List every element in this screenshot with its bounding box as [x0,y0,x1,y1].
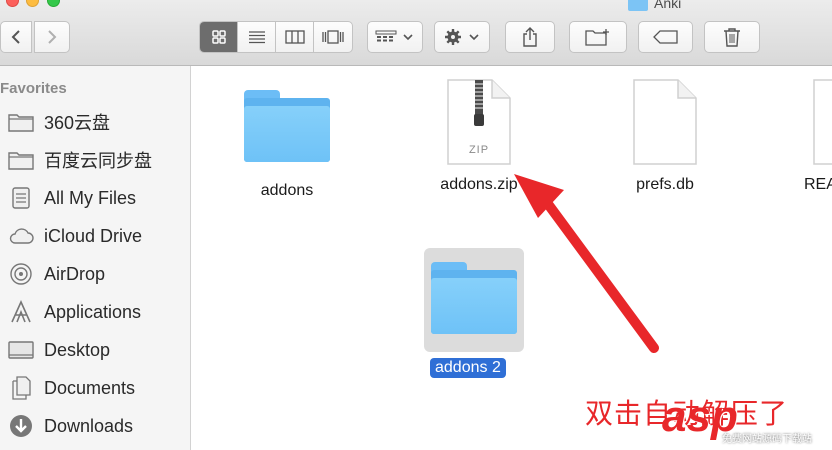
sidebar-item-downloads[interactable]: Downloads [8,411,188,441]
minimize-window-button[interactable] [26,0,39,7]
icon-view-button[interactable] [200,22,238,52]
sidebar-item-360yunpan[interactable]: 360云盘 [8,107,188,137]
sidebar-item-documents[interactable]: Documents [8,373,188,403]
arrange-button[interactable] [367,21,423,53]
sidebar: Favorites 360云盘 百度云同步盘 All My Files iClo… [0,66,191,450]
folder-icon [8,148,34,172]
sidebar-item-desktop[interactable]: Desktop [8,335,188,365]
folder-icon [431,262,517,334]
file-name: prefs.db [636,176,694,193]
zoom-window-button[interactable] [47,0,60,7]
sidebar-item-label: AirDrop [44,263,106,284]
sidebar-item-baidu[interactable]: 百度云同步盘 [8,145,188,175]
cover-flow-button[interactable] [314,22,352,52]
close-window-button[interactable] [6,0,19,7]
action-button[interactable] [434,21,490,53]
forward-button[interactable] [34,21,70,53]
file-item-addons-2[interactable] [424,262,524,334]
file-name: addons.zip [440,176,518,193]
airdrop-icon [8,262,34,286]
cloud-icon [8,224,34,248]
sidebar-item-all-my-files[interactable]: All My Files [8,183,188,213]
back-button[interactable] [0,21,32,53]
cover-flow-icon [322,30,344,44]
columns-icon [284,30,305,44]
view-mode-control [199,21,353,53]
documents-icon [8,376,34,400]
gear-icon [445,29,479,45]
sidebar-item-label: 360云盘 [44,113,111,133]
sidebar-item-label: Documents [44,377,136,398]
arrange-icon [375,30,413,42]
share-icon [523,27,537,47]
trash-icon [724,28,740,47]
share-button[interactable] [505,21,555,53]
sidebar-item-airdrop[interactable]: AirDrop [8,259,188,289]
new-folder-icon [585,29,609,46]
applications-icon [8,300,34,324]
grid-icon [211,30,226,44]
window-title-text: Anki [654,0,682,11]
file-item-addons[interactable]: addons [232,90,342,200]
tag-icon [652,30,678,44]
all-files-icon [8,186,34,210]
sidebar-item-icloud-drive[interactable]: iCloud Drive [8,221,188,251]
list-view-button[interactable] [238,22,276,52]
folder-icon [628,0,648,11]
sidebar-item-label: Desktop [44,339,111,360]
toolbar: Anki [0,0,832,66]
document-icon [632,78,698,166]
folder-icon [244,90,330,162]
sidebar-item-label: iCloud Drive [44,225,143,246]
folder-icon [8,110,34,134]
watermark-subtitle: 免费网站源码下载站 [722,434,812,445]
list-icon [248,31,265,44]
delete-button[interactable] [704,21,760,53]
tag-button[interactable] [638,21,693,53]
zip-archive-icon: ZIP [446,78,512,166]
desktop-icon [8,338,34,362]
sidebar-item-applications[interactable]: Applications [8,297,188,327]
new-folder-button[interactable] [569,21,627,53]
downloads-icon [8,414,34,438]
file-item-readme[interactable]: REA [798,78,832,194]
column-view-button[interactable] [276,22,314,52]
selected-file-name[interactable]: addons 2 [430,358,506,378]
sidebar-item-label: All My Files [44,187,137,208]
file-item-addons-zip[interactable]: ZIP addons.zip [424,78,534,194]
sidebar-item-label: Applications [44,301,142,322]
sidebar-heading: Favorites [0,80,67,97]
window-title: Anki [628,0,681,12]
file-item-prefs-db[interactable]: prefs.db [610,78,720,194]
file-name: REA [804,176,832,193]
file-name: addons [260,182,314,199]
sidebar-item-label: 百度云同步盘 [44,151,152,171]
chevron-right-icon [48,30,57,44]
chevron-left-icon [11,30,20,44]
document-icon [812,78,832,166]
sidebar-item-label: Downloads [44,415,134,436]
zip-badge: ZIP [468,144,490,156]
